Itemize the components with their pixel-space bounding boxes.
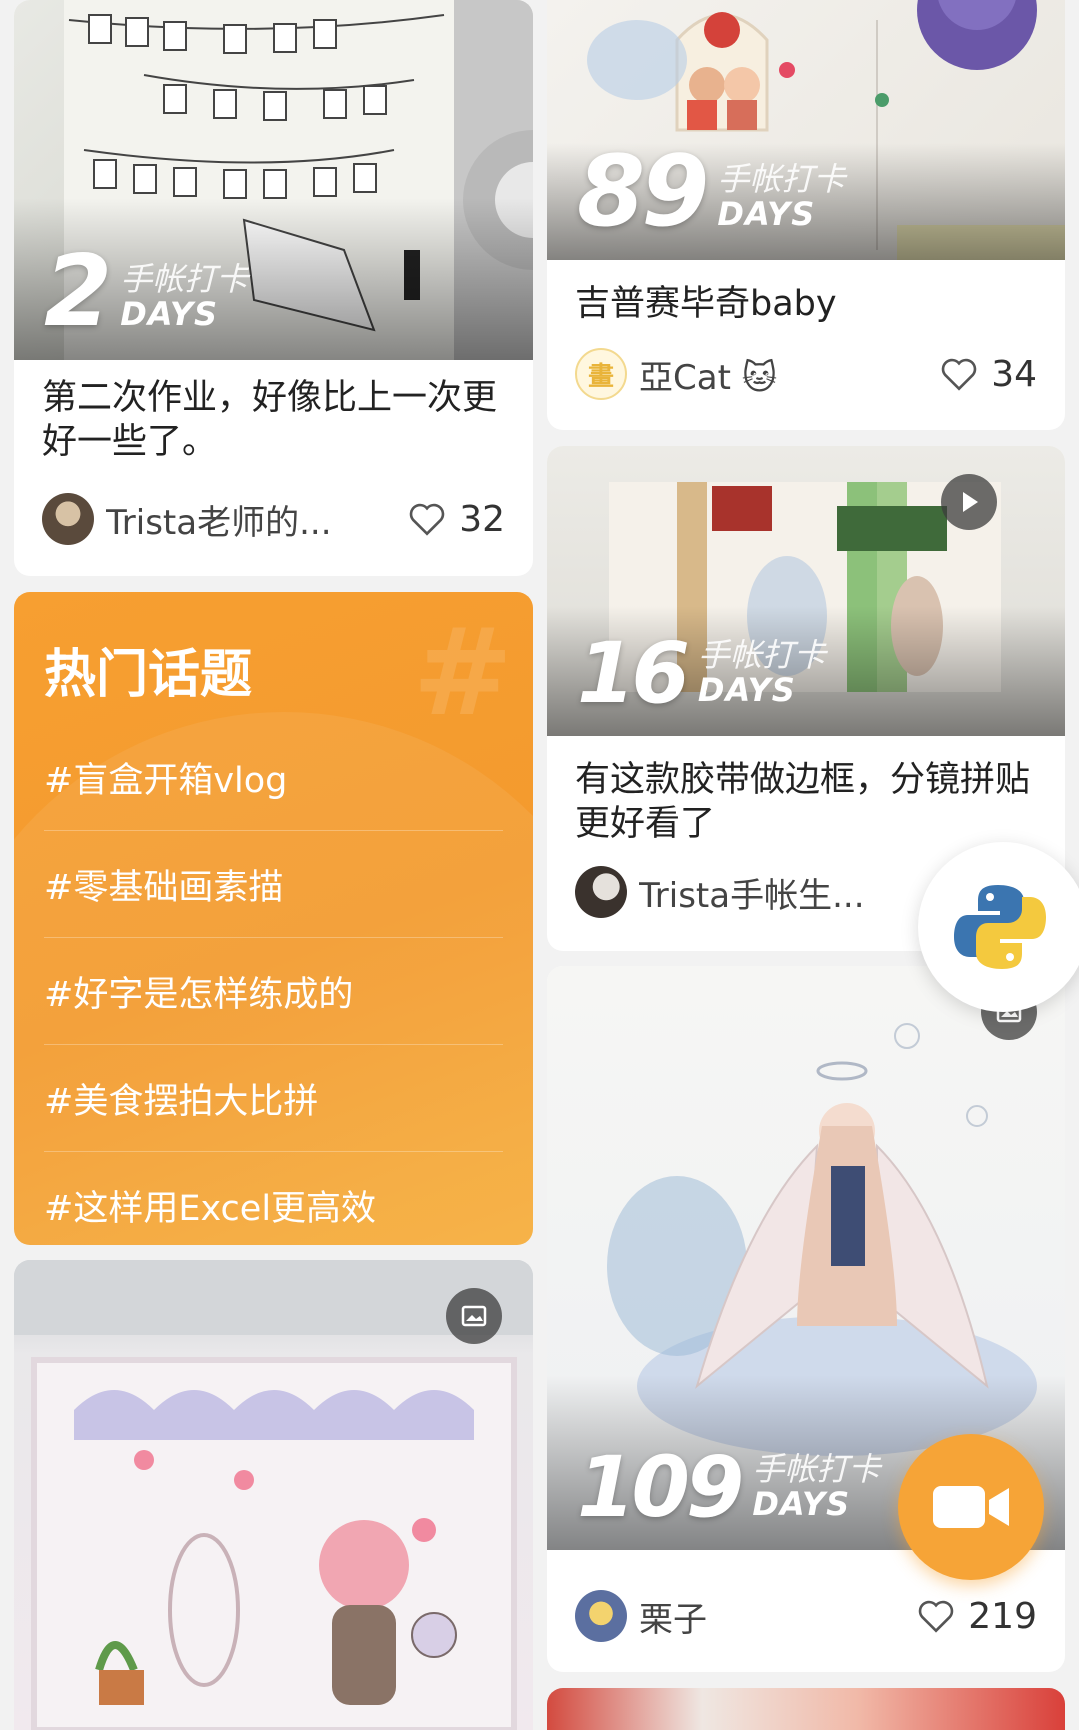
feed-card[interactable] (547, 1688, 1065, 1730)
checkin-days-badge: 89 手帐打卡 DAYS (577, 134, 846, 249)
like-button[interactable]: 32 (407, 499, 505, 540)
checkin-label: 手帐打卡 (717, 159, 846, 198)
card-photo (14, 1260, 533, 1730)
days-count: 89 (577, 134, 709, 249)
video-badge (941, 474, 997, 530)
checkin-days-badge: 16 手帐打卡 DAYS (577, 624, 826, 723)
feed-card[interactable]: 89 手帐打卡 DAYS 吉普赛毕奇baby 畫 亞Cat 🐱 34 (547, 0, 1065, 430)
python-assistant-button[interactable] (918, 842, 1079, 1012)
topic-item[interactable]: #美食摆拍大比拼 (44, 1045, 503, 1152)
card-title[interactable]: 有这款胶带做边框，分镜拼贴更好看了 (547, 736, 1065, 846)
video-camera-icon (933, 1486, 1009, 1528)
author-name[interactable]: 亞Cat 🐱 (639, 350, 927, 399)
like-count: 32 (459, 498, 505, 540)
avatar[interactable] (42, 493, 94, 545)
topic-item[interactable]: #这样用Excel更高效 (44, 1152, 503, 1245)
topic-item[interactable]: #盲盒开箱vlog (44, 724, 503, 831)
feed-card[interactable]: 2 手帐打卡 DAYS 第二次作业，好像比上一次更好一些了。 Trista老师的… (14, 0, 533, 576)
heart-icon (409, 503, 445, 536)
heart-icon (919, 1600, 954, 1633)
days-label: DAYS (120, 294, 219, 333)
card-photo: 16 手帐打卡 DAYS (547, 446, 1065, 736)
checkin-days-badge: 2 手帐打卡 DAYS (44, 234, 249, 349)
days-label: DAYS (717, 194, 816, 233)
image-icon (461, 1305, 487, 1327)
hot-topics-panel: # 热门话题 #盲盒开箱vlog #零基础画素描 #好字是怎样练成的 #美食摆拍… (14, 592, 533, 1245)
author-name[interactable]: Trista老师的... (106, 495, 395, 544)
checkin-label: 手帐打卡 (752, 1449, 881, 1488)
card-title[interactable]: 吉普赛毕奇baby (547, 260, 1065, 326)
days-label: DAYS (752, 1484, 851, 1523)
checkin-days-badge: 109 手帐打卡 DAYS (577, 1438, 881, 1537)
avatar[interactable] (575, 1590, 627, 1642)
card-title[interactable]: 第二次作业，好像比上一次更好一些了。 (14, 360, 533, 464)
card-photo: 89 手帐打卡 DAYS (547, 0, 1065, 260)
heart-icon (941, 358, 977, 391)
days-count: 109 (577, 1438, 744, 1537)
image-badge (446, 1288, 502, 1344)
card-photo: 2 手帐打卡 DAYS (14, 0, 533, 360)
topic-list: #盲盒开箱vlog #零基础画素描 #好字是怎样练成的 #美食摆拍大比拼 #这样… (44, 724, 503, 1245)
avatar[interactable]: 畫 (575, 348, 627, 400)
hash-watermark-icon: # (412, 604, 513, 743)
card-meta: 畫 亞Cat 🐱 34 (547, 348, 1065, 400)
like-button[interactable]: 219 (916, 1596, 1037, 1637)
hot-topics-title: 热门话题 (44, 645, 253, 705)
card-meta: Trista老师的... 32 (14, 493, 533, 545)
topic-item[interactable]: #好字是怎样练成的 (44, 938, 503, 1045)
like-count: 219 (968, 1595, 1037, 1637)
feed-card[interactable] (14, 1260, 533, 1730)
record-video-button[interactable] (898, 1434, 1044, 1580)
avatar[interactable] (575, 866, 627, 918)
play-icon (963, 492, 978, 512)
card-meta: 栗子 219 (547, 1590, 1065, 1642)
python-logo-icon (954, 885, 1046, 969)
topic-item[interactable]: #零基础画素描 (44, 831, 503, 938)
days-label: DAYS (697, 670, 796, 709)
like-count: 34 (991, 353, 1037, 395)
author-name[interactable]: 栗子 (639, 1592, 904, 1641)
checkin-label: 手帐打卡 (120, 259, 249, 298)
like-button[interactable]: 34 (939, 354, 1037, 395)
checkin-label: 手帐打卡 (697, 635, 826, 674)
days-count: 16 (577, 624, 690, 723)
days-count: 2 (44, 234, 112, 349)
